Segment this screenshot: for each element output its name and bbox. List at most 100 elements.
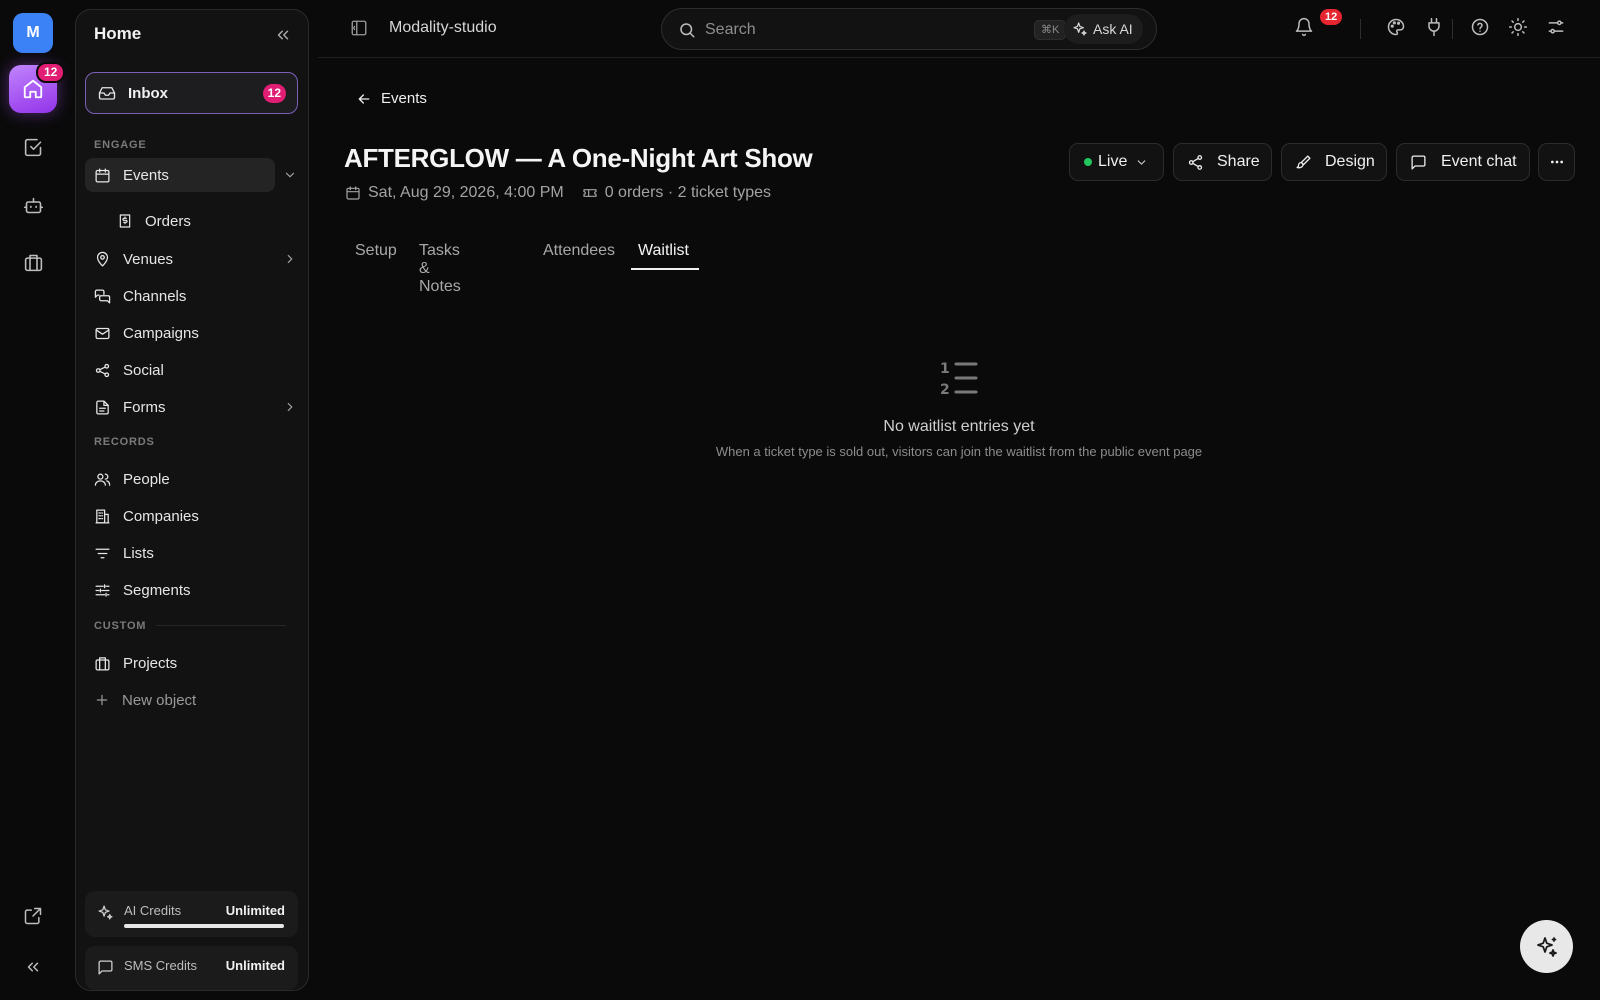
- search-bar[interactable]: Search ⌘K Ask AI: [661, 8, 1157, 50]
- settings-sliders-icon: [1548, 20, 1564, 34]
- ai-credits-value: Unlimited: [225, 903, 285, 918]
- tab-attendees[interactable]: Attendees: [543, 242, 615, 260]
- inbox-label: Inbox: [128, 84, 168, 102]
- message-square-icon: [98, 960, 113, 975]
- sidebar-item-social[interactable]: Social: [85, 353, 275, 387]
- section-divider: [156, 625, 286, 626]
- active-tab-indicator: [631, 268, 699, 270]
- tab-setup[interactable]: Setup: [355, 242, 397, 260]
- robot-icon: [23, 197, 43, 213]
- plug-icon: [1428, 17, 1440, 37]
- help-circle-icon: [1471, 18, 1489, 36]
- svg-text:1: 1: [940, 361, 950, 377]
- status-label: Live: [1098, 153, 1128, 170]
- more-actions-button[interactable]: [1538, 143, 1575, 181]
- calendar-icon: [346, 186, 360, 200]
- integrations-button[interactable]: [1424, 17, 1444, 37]
- sidebar-item-orders[interactable]: Orders: [108, 204, 268, 238]
- settings-button[interactable]: [1546, 17, 1566, 37]
- sidebar-item-events[interactable]: Events: [85, 158, 295, 192]
- theme-palette-button[interactable]: [1386, 17, 1406, 37]
- event-chat-button[interactable]: Event chat: [1396, 143, 1530, 181]
- search-icon: [680, 23, 695, 38]
- briefcase-icon: [24, 254, 42, 271]
- sidebar-item-campaigns[interactable]: Campaigns: [85, 316, 275, 350]
- sidebar-item-label: Campaigns: [123, 324, 199, 342]
- sidebar-item-label: Companies: [123, 507, 199, 525]
- back-to-events-link[interactable]: Events: [356, 90, 427, 107]
- live-status-dot: [1084, 158, 1092, 166]
- sidebar-item-label: Social: [123, 361, 164, 379]
- chevron-right-icon[interactable]: [283, 252, 297, 266]
- projects-rail-button[interactable]: [21, 250, 45, 274]
- tasks-button[interactable]: [21, 135, 45, 159]
- status-dropdown[interactable]: Live: [1069, 143, 1164, 181]
- app-rail: M 12: [0, 0, 66, 1000]
- automation-button[interactable]: [21, 193, 45, 217]
- sparkles-icon: [1073, 22, 1087, 36]
- message-square-icon: [1411, 154, 1426, 170]
- sidebar-item-segments[interactable]: Segments: [85, 573, 275, 607]
- sidebar-item-label: Forms: [123, 398, 166, 416]
- sidebar-title: Home: [94, 24, 142, 43]
- sidebar-item-label: Projects: [123, 654, 178, 672]
- sidebar-item-inbox[interactable]: Inbox 12: [85, 72, 298, 114]
- section-label-engage: ENGAGE: [94, 139, 147, 151]
- sms-credits-card: SMS Credits Unlimited: [85, 946, 298, 990]
- plus-icon: [96, 694, 108, 706]
- home-badge: 12: [36, 62, 66, 83]
- sidebar-item-label: People: [123, 470, 170, 488]
- chevrons-left-icon: [27, 962, 39, 972]
- share-button[interactable]: Share: [1173, 143, 1272, 181]
- ai-assistant-button[interactable]: [1520, 920, 1573, 973]
- search-shortcut: ⌘K: [1034, 20, 1067, 40]
- sidebar-item-channels[interactable]: Channels: [85, 279, 275, 313]
- sidebar-item-new-object[interactable]: New object: [85, 683, 275, 717]
- notifications-button[interactable]: [1294, 17, 1314, 37]
- section-label-custom: CUSTOM: [94, 620, 147, 632]
- sidebar-item-projects[interactable]: Projects: [85, 646, 275, 680]
- design-label: Design: [1325, 153, 1375, 170]
- sidebar-item-people[interactable]: People: [85, 462, 275, 496]
- empty-state-title: No waitlist entries yet: [883, 418, 1035, 435]
- notification-badge: 12: [1320, 9, 1343, 25]
- sidebar-item-lists[interactable]: Lists: [85, 536, 275, 570]
- open-external-button[interactable]: [21, 904, 45, 928]
- sidebar-item-label: Orders: [145, 212, 191, 230]
- theme-toggle-button[interactable]: [1508, 17, 1528, 37]
- collapse-rail-button[interactable]: [21, 955, 45, 979]
- ask-ai-button[interactable]: Ask AI: [1064, 14, 1143, 44]
- mail-icon: [95, 327, 110, 339]
- design-button[interactable]: Design: [1281, 143, 1387, 181]
- ask-ai-label: Ask AI: [1093, 21, 1133, 37]
- sidebar-item-label: Segments: [123, 581, 191, 599]
- receipt-icon: [119, 214, 131, 228]
- ai-credits-card: AI Credits Unlimited: [85, 891, 298, 937]
- sidebar-collapse-button[interactable]: [274, 26, 292, 44]
- sidebar-item-label: New object: [122, 691, 197, 709]
- empty-state-subtitle: When a ticket type is sold out, visitors…: [715, 444, 1203, 459]
- more-horizontal-icon: [1550, 160, 1563, 164]
- filter-lines-icon: [95, 548, 110, 558]
- chevron-right-icon[interactable]: [283, 400, 297, 414]
- sidebar-item-label: Venues: [123, 250, 174, 268]
- calendar-icon: [95, 167, 110, 183]
- page-title: AFTERGLOW — A One-Night Art Show: [344, 143, 813, 173]
- sms-credits-value: Unlimited: [225, 958, 285, 973]
- sidebar-item-companies[interactable]: Companies: [85, 499, 275, 533]
- help-button[interactable]: [1470, 17, 1490, 37]
- tab-tasks-notes[interactable]: Tasks & Notes: [419, 242, 461, 296]
- inbox-count-badge: 12: [262, 84, 286, 103]
- chevron-down-icon: [1138, 159, 1146, 165]
- toggle-panel-button[interactable]: [350, 19, 368, 37]
- workspace-title: Modality-studio: [389, 19, 497, 36]
- sidebar: Home Inbox 12 ENGAGE Events Orders Venue…: [75, 9, 309, 991]
- search-placeholder: Search: [705, 21, 756, 38]
- chevron-down-icon[interactable]: [283, 168, 297, 182]
- paintbrush-icon: [1296, 154, 1311, 168]
- sidebar-item-venues[interactable]: Venues: [85, 242, 293, 276]
- workspace-avatar[interactable]: M: [13, 13, 53, 53]
- briefcase-icon: [95, 656, 110, 671]
- users-icon: [94, 473, 111, 486]
- tab-waitlist[interactable]: Waitlist: [638, 242, 689, 260]
